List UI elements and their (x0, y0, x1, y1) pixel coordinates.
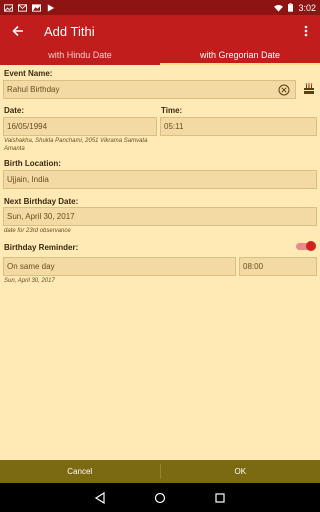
status-time: 3:02 (298, 2, 316, 13)
arrow-back-icon (12, 25, 23, 37)
notification-image-icon (4, 3, 13, 12)
next-birthday-input[interactable]: Sun, April 30, 2017 (3, 207, 317, 226)
birth-location-input[interactable]: Ujjain, India (3, 170, 317, 189)
date-hint: Vaishakha, Shukla Panchami, 2051 Vikrama… (4, 138, 148, 152)
reminder-date-hint: Sun, April 30, 2017 (4, 278, 55, 284)
reminder-when-input[interactable]: On same day (3, 257, 236, 276)
birth-location-label: Birth Location: (4, 159, 61, 168)
event-name-label: Event Name: (4, 69, 53, 78)
clear-icon[interactable] (278, 84, 290, 96)
tab-hindu-date[interactable]: with Hindu Date (0, 47, 160, 65)
nav-back-icon (94, 491, 105, 504)
notification-mail-icon (18, 3, 27, 12)
more-vert-icon (304, 25, 308, 37)
birthday-reminder-toggle[interactable] (296, 240, 316, 252)
birthday-cake-icon[interactable] (302, 81, 316, 95)
time-label: Time: (161, 106, 183, 115)
date-label: Date: (4, 106, 25, 115)
toggle-thumb (306, 241, 316, 251)
overflow-menu-button[interactable] (292, 15, 320, 47)
nav-recents-button[interactable] (212, 490, 228, 506)
cancel-button[interactable]: Cancel (0, 460, 160, 483)
status-bar: 3:02 (0, 0, 320, 15)
reminder-time-input[interactable]: 08:00 (239, 257, 317, 276)
tab-gregorian-date[interactable]: with Gregorian Date (160, 47, 320, 65)
birthday-reminder-label: Birthday Reminder: (4, 243, 79, 252)
ok-button[interactable]: OK (161, 460, 320, 483)
notification-photo-icon (32, 3, 41, 12)
app-bar: Add Tithi (0, 15, 320, 47)
event-name-value: Rahul Birthday (7, 85, 60, 94)
nav-home-icon (154, 492, 166, 503)
next-birthday-hint: date for 23rd observance (4, 228, 71, 234)
notification-play-icon (47, 3, 55, 12)
page-title: Add Tithi (44, 23, 95, 39)
bottom-action-bar: Cancel OK (0, 460, 320, 483)
nav-recents-icon (215, 492, 225, 503)
event-name-input[interactable]: Rahul Birthday (3, 80, 296, 99)
nav-back-button[interactable] (92, 490, 108, 506)
nav-home-button[interactable] (152, 490, 168, 506)
back-button[interactable] (0, 15, 36, 47)
time-input[interactable]: 05:11 (160, 117, 317, 136)
battery-icon (288, 3, 294, 12)
system-navigation-bar (0, 483, 320, 512)
wifi-icon (274, 4, 284, 12)
next-birthday-label: Next Birthday Date: (4, 197, 79, 206)
date-input[interactable]: 16/05/1994 (3, 117, 157, 136)
date-mode-tabs: with Hindu Date with Gregorian Date (0, 47, 320, 65)
